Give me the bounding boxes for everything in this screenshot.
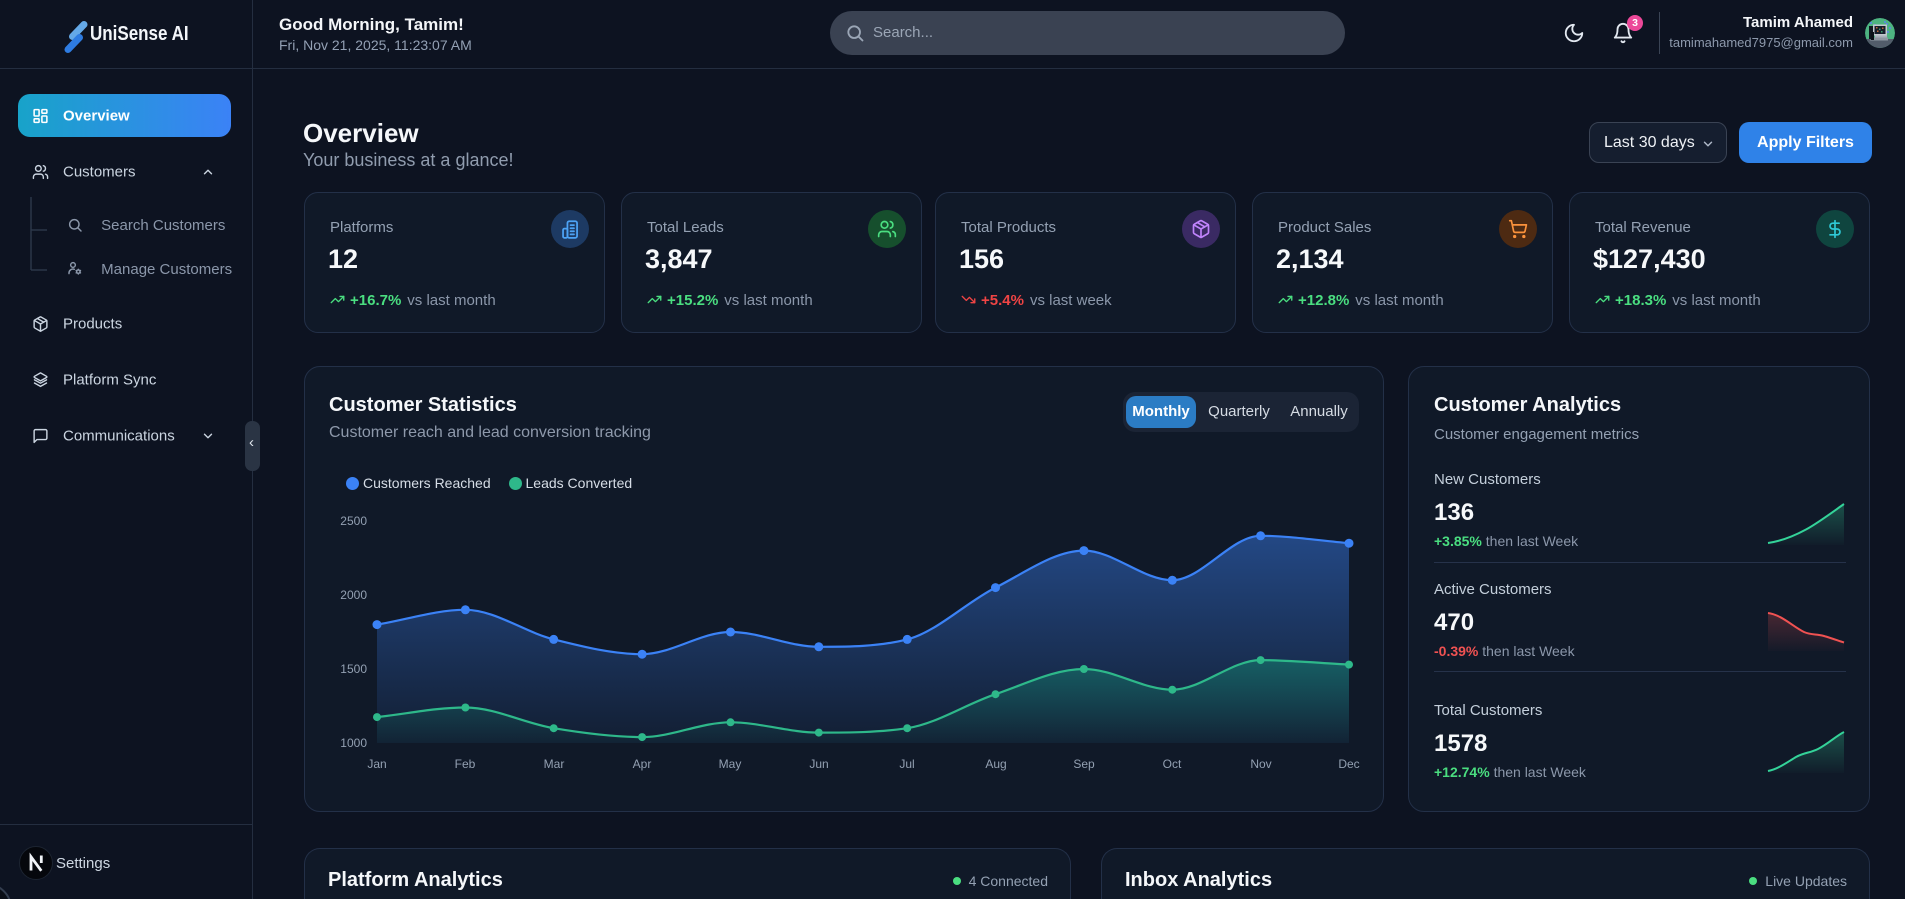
svg-text:2000: 2000 bbox=[340, 588, 367, 602]
svg-text:Aug: Aug bbox=[985, 757, 1006, 771]
svg-text:Nov: Nov bbox=[1250, 757, 1271, 771]
svg-text:1000: 1000 bbox=[340, 736, 367, 750]
svg-text:Oct: Oct bbox=[1163, 757, 1182, 771]
svg-text:Feb: Feb bbox=[455, 757, 476, 771]
svg-text:Jun: Jun bbox=[809, 757, 828, 771]
svg-text:Apr: Apr bbox=[633, 757, 652, 771]
svg-text:Sep: Sep bbox=[1073, 757, 1095, 771]
svg-text:Jul: Jul bbox=[899, 757, 914, 771]
svg-text:Dec: Dec bbox=[1338, 757, 1359, 771]
svg-text:2500: 2500 bbox=[340, 514, 367, 528]
svg-text:1500: 1500 bbox=[340, 662, 367, 676]
svg-text:Mar: Mar bbox=[544, 757, 565, 771]
svg-text:May: May bbox=[719, 757, 742, 771]
svg-text:Jan: Jan bbox=[367, 757, 386, 771]
